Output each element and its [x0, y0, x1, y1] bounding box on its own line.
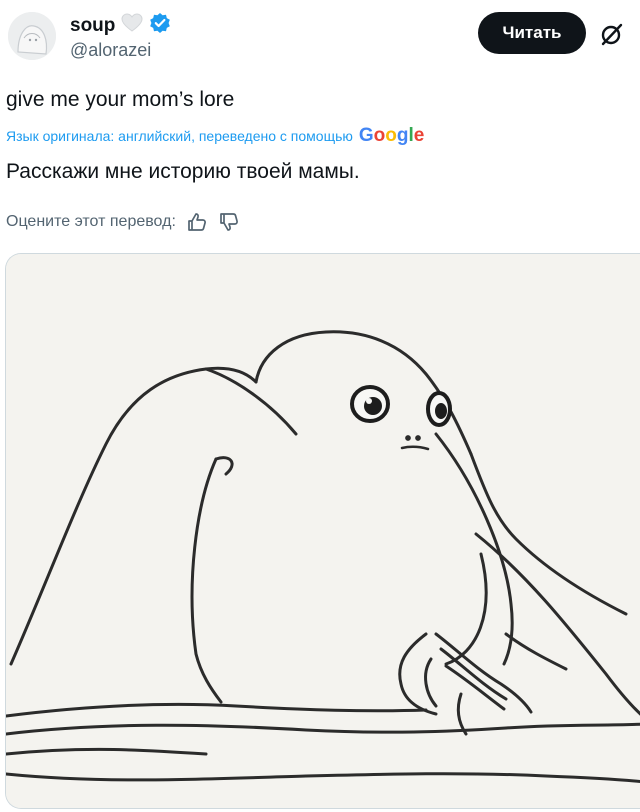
thumbs-down-icon[interactable] [218, 211, 240, 233]
google-logo[interactable]: Google [359, 125, 424, 147]
heart-icon [121, 13, 143, 38]
rate-translation-label: Оцените этот перевод: [6, 213, 176, 230]
pencil-drawing [6, 254, 640, 808]
rate-translation: Оцените этот перевод: [6, 211, 240, 233]
avatar[interactable] [8, 12, 56, 60]
google-logo-letter: g [396, 125, 409, 146]
grok-icon[interactable] [598, 20, 626, 48]
tweet-media-image[interactable] [5, 253, 640, 809]
user-handle[interactable]: @alorazei [70, 40, 151, 61]
translation-info: Язык оригинала: английский, переведено с… [6, 125, 424, 147]
google-logo-letter: o [373, 125, 386, 146]
translation-meta-text: Язык оригинала: английский, переведено с… [6, 128, 353, 144]
tweet-text: give me your mom’s lore [6, 88, 235, 111]
display-name[interactable]: soup [70, 15, 115, 37]
follow-button[interactable]: Читать [478, 12, 586, 54]
translated-text: Расскажи мне историю твоей мамы. [6, 160, 360, 183]
tweet-header: soup @alorazei Читать [0, 0, 640, 80]
google-logo-letter: G [358, 125, 374, 146]
google-logo-letter: e [413, 125, 425, 146]
google-logo-letter: o [385, 125, 397, 146]
thumbs-up-icon[interactable] [186, 211, 208, 233]
verified-badge-icon[interactable] [149, 12, 171, 39]
